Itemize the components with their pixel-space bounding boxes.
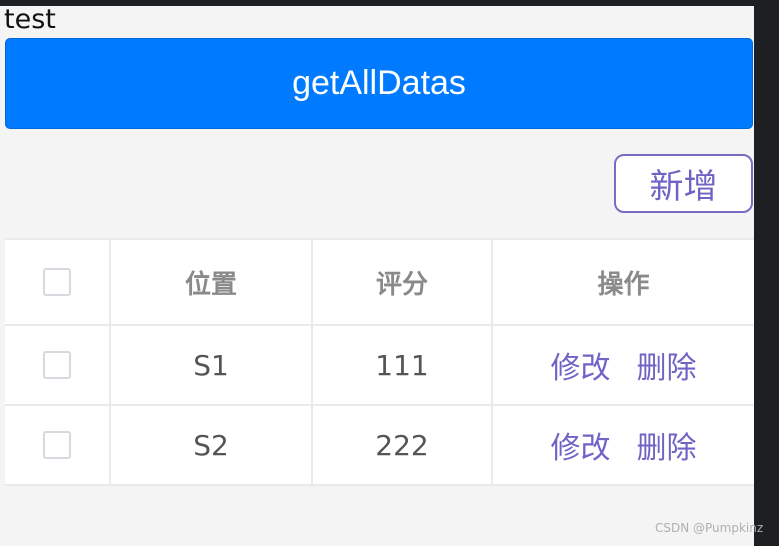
row-select-cell	[5, 406, 111, 484]
column-header-actions: 操作	[597, 269, 650, 300]
delete-link[interactable]: 删除	[637, 343, 697, 387]
cell-score: 111	[313, 326, 493, 404]
page-title: test	[4, 4, 56, 35]
window-right-strip	[754, 0, 779, 546]
cell-position: S2	[111, 406, 313, 484]
cell-position: S1	[111, 326, 313, 404]
delete-link[interactable]: 删除	[637, 423, 697, 467]
table-row: S2 222 修改 删除	[5, 406, 754, 486]
cell-actions: 修改 删除	[493, 406, 754, 484]
cell-actions: 修改 删除	[493, 326, 754, 404]
get-all-datas-button[interactable]: getAllDatas	[5, 38, 753, 129]
edit-link[interactable]: 修改	[551, 343, 611, 387]
add-button[interactable]: 新增	[614, 154, 753, 213]
column-header-score: 评分	[313, 240, 493, 324]
row-select-cell	[5, 326, 111, 404]
column-header-position: 位置	[111, 240, 313, 324]
cell-score: 222	[313, 406, 493, 484]
row-checkbox[interactable]	[43, 351, 71, 379]
select-all-cell	[5, 240, 111, 324]
data-table: 位置 评分 操作 S1 111 修改 删除 S2 222 修改 删除	[5, 238, 754, 486]
table-header-row: 位置 评分 操作	[5, 238, 754, 326]
watermark-text: CSDN @Pumpkinz	[655, 521, 764, 535]
edit-link[interactable]: 修改	[551, 423, 611, 467]
row-checkbox[interactable]	[43, 431, 71, 459]
select-all-checkbox[interactable]	[43, 268, 71, 296]
table-row: S1 111 修改 删除	[5, 326, 754, 406]
